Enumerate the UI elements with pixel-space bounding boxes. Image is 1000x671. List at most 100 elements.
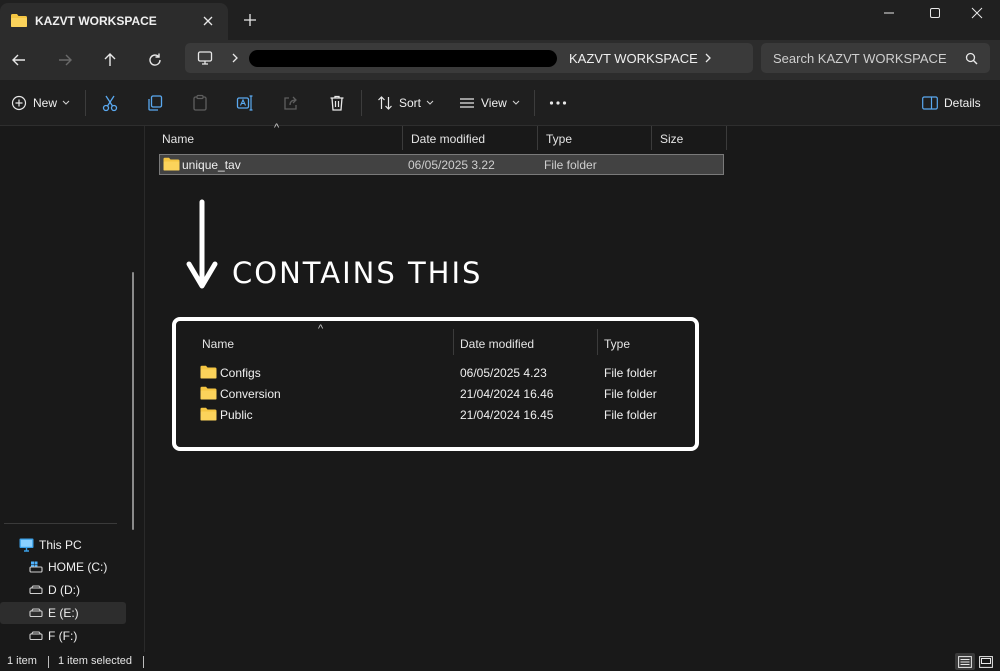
list-item: Public 21/04/2024 16.45 File folder	[176, 405, 695, 426]
view-button[interactable]: View	[459, 92, 520, 114]
ellipsis-icon	[549, 100, 567, 106]
rename-icon	[236, 94, 254, 112]
chevron-down-icon	[62, 100, 70, 106]
clipboard-icon	[191, 94, 209, 112]
share-button[interactable]	[282, 92, 300, 114]
more-options-button[interactable]	[549, 92, 567, 114]
navigation-pane-scrollbar[interactable]	[132, 272, 134, 530]
file-type: File folder	[604, 408, 657, 422]
toolbar-divider	[85, 90, 86, 116]
monitor-icon	[197, 50, 213, 66]
scissors-icon	[101, 94, 119, 112]
drive-icon	[29, 631, 43, 641]
sort-button[interactable]: Sort	[377, 92, 434, 114]
details-pane-icon	[922, 96, 938, 110]
view-lines-icon	[459, 95, 475, 111]
tab-close-icon[interactable]	[201, 14, 215, 28]
plus-circle-icon	[11, 95, 27, 111]
sidebar-item-this-pc[interactable]: This PC	[0, 534, 126, 556]
delete-button[interactable]	[328, 92, 346, 114]
address-bar[interactable]: KAZVT WORKSPACE	[185, 43, 753, 73]
trash-icon	[328, 94, 346, 112]
details-view-button[interactable]	[955, 653, 975, 670]
annotation-text: CONTAINS THIS	[232, 256, 483, 290]
windows-drive-icon	[29, 561, 43, 573]
maximize-icon[interactable]	[912, 0, 958, 26]
file-type: File folder	[544, 158, 597, 172]
list-item: Conversion 21/04/2024 16.46 File folder	[176, 384, 695, 405]
file-name: Public	[220, 408, 253, 422]
navigation-bar: KAZVT WORKSPACE	[0, 40, 1000, 80]
column-header-date-modified[interactable]: Date modified	[403, 126, 538, 150]
column-header-name[interactable]: Name	[154, 126, 403, 150]
cut-button[interactable]	[101, 92, 119, 114]
sort-arrows-icon	[377, 95, 393, 111]
file-date-modified: 21/04/2024 16.45	[460, 408, 554, 422]
folder-contents-inset: ^ Name Date modified Type Configs 06/05/…	[172, 317, 699, 451]
file-type: File folder	[604, 387, 657, 401]
folder-icon	[163, 157, 180, 171]
copy-icon	[146, 94, 164, 112]
file-date-modified: 06/05/2025 4.23	[460, 366, 547, 380]
rename-button[interactable]	[236, 92, 254, 114]
down-arrow-icon	[184, 198, 220, 292]
column-header-type[interactable]: Type	[538, 126, 652, 150]
details-pane-label: Details	[944, 96, 981, 110]
new-button[interactable]: New	[11, 92, 70, 114]
refresh-icon[interactable]	[144, 49, 166, 71]
column-header-size[interactable]: Size	[652, 126, 727, 150]
folder-icon	[200, 407, 217, 421]
search-box[interactable]	[761, 43, 990, 73]
column-header-date-modified: Date modified	[454, 329, 598, 355]
close-icon[interactable]	[954, 0, 1000, 26]
chevron-right-icon[interactable]	[230, 52, 240, 64]
chevron-right-icon[interactable]	[703, 52, 713, 64]
file-name: Configs	[220, 366, 261, 380]
status-divider	[48, 656, 49, 668]
up-arrow-icon[interactable]	[99, 49, 121, 71]
sidebar-item-label: E (E:)	[48, 606, 79, 620]
details-pane-button[interactable]: Details	[922, 92, 981, 114]
copy-button[interactable]	[146, 92, 164, 114]
sidebar-item-d[interactable]: D (D:)	[0, 579, 126, 601]
folder-icon	[10, 13, 28, 28]
folder-icon	[200, 365, 217, 379]
chevron-down-icon	[426, 100, 434, 106]
sidebar-item-home-c[interactable]: HOME (C:)	[0, 556, 126, 578]
forward-arrow-icon[interactable]	[54, 49, 76, 71]
search-input[interactable]	[773, 49, 958, 67]
drive-icon	[29, 608, 43, 618]
paste-button[interactable]	[191, 92, 209, 114]
sidebar-item-f[interactable]: F (F:)	[0, 625, 126, 647]
title-bar: KAZVT WORKSPACE	[0, 0, 1000, 40]
tab-kazvt-workspace[interactable]: KAZVT WORKSPACE	[0, 3, 228, 40]
toolbar-divider	[534, 90, 535, 116]
sidebar-item-label: F (F:)	[48, 629, 78, 643]
plus-icon[interactable]	[242, 12, 258, 28]
address-current-folder[interactable]: KAZVT WORKSPACE	[569, 51, 698, 66]
navigation-pane-divider	[4, 523, 117, 524]
sort-button-label: Sort	[399, 96, 422, 110]
column-header-row: ^ Name Date modified Type Size	[154, 122, 728, 150]
view-button-label: View	[481, 96, 507, 110]
file-date-modified: 06/05/2025 3.22	[408, 158, 495, 172]
sidebar-item-label: D (D:)	[48, 583, 80, 597]
table-row[interactable]: unique_tav 06/05/2025 3.22 File folder	[159, 154, 724, 175]
toolbar-divider	[361, 90, 362, 116]
file-name: Conversion	[220, 387, 281, 401]
back-arrow-icon[interactable]	[8, 49, 30, 71]
share-icon	[282, 94, 300, 112]
status-divider	[143, 656, 144, 668]
sidebar-item-label: This PC	[39, 538, 82, 552]
sidebar-item-e[interactable]: E (E:)	[0, 602, 126, 624]
drive-icon	[29, 585, 43, 595]
folder-icon	[200, 386, 217, 400]
tiles-view-button[interactable]	[976, 653, 996, 670]
navigation-pane: This PC HOME (C:) D (D:) E (E:) F (F:)	[0, 126, 145, 652]
tiles-view-icon	[979, 655, 993, 668]
new-button-label: New	[33, 96, 58, 110]
selected-count: 1 item selected	[58, 655, 132, 667]
search-icon[interactable]	[965, 52, 978, 65]
minimize-icon[interactable]	[866, 0, 912, 26]
monitor-icon	[19, 538, 34, 552]
